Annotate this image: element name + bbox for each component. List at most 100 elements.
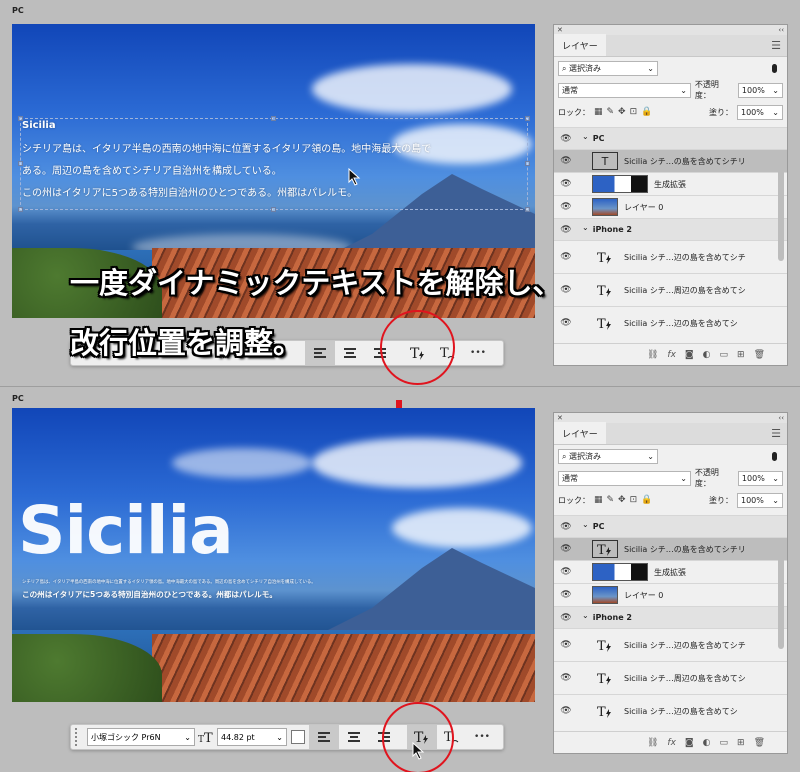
- visibility-eye-icon[interactable]: 👁: [554, 225, 578, 235]
- layer-row[interactable]: 👁 T Sicilia シチ…の島を含めてシチリ: [554, 537, 787, 560]
- layer-group-row[interactable]: 👁 ⌄ iPhone 2: [554, 606, 787, 628]
- text-layer-icon: T: [592, 314, 618, 332]
- layer-name: iPhone 2: [592, 613, 632, 622]
- svg-text:T: T: [597, 317, 606, 331]
- align-center-button[interactable]: [335, 341, 365, 365]
- layer-row[interactable]: 👁 T Sicilia シチ…辺の島を含めてシチ: [554, 240, 787, 273]
- layer-row[interactable]: 👁 T Sicilia シチ…周辺の島を含めてシ: [554, 273, 787, 306]
- folder-icon[interactable]: ▭: [720, 738, 729, 748]
- layer-group-row[interactable]: 👁 ⌄ PC: [554, 127, 787, 149]
- visibility-eye-icon[interactable]: 👁: [554, 567, 578, 577]
- panel-collapse-icon[interactable]: ‹‹: [778, 26, 784, 34]
- layer-row[interactable]: 👁 生成拡張: [554, 560, 787, 583]
- more-button[interactable]: •••: [463, 341, 493, 365]
- font-family-select[interactable]: 小塚ゴシック Pr6N ⌄: [87, 728, 195, 746]
- blend-mode-select[interactable]: 通常 ⌄: [558, 470, 691, 486]
- filter-toggle[interactable]: [772, 451, 777, 461]
- trash-icon[interactable]: 🗑: [754, 738, 765, 748]
- chevron-down-icon[interactable]: ⌄: [582, 611, 589, 620]
- new-layer-icon[interactable]: ⊞: [737, 350, 745, 360]
- layer-name: PC: [592, 134, 605, 143]
- fill-field[interactable]: 100% ⌄: [737, 492, 783, 508]
- mask-icon[interactable]: ◙: [685, 738, 694, 748]
- visibility-eye-icon[interactable]: 👁: [554, 202, 578, 212]
- image-thumbnail: [592, 198, 618, 216]
- layers-panel: ✕ ‹‹ レイヤー ☰ ⌕ 選択済み ⌄ 通常 ⌄ 不透明度： 100% ⌄ ロック： ▦…: [553, 24, 788, 366]
- visibility-eye-icon[interactable]: 👁: [554, 673, 578, 683]
- visibility-eye-icon[interactable]: 👁: [554, 285, 578, 295]
- opacity-field[interactable]: 100% ⌄: [737, 82, 783, 98]
- visibility-eye-icon[interactable]: 👁: [554, 706, 578, 716]
- visibility-eye-icon[interactable]: 👁: [554, 156, 578, 166]
- align-left-icon: [314, 348, 326, 358]
- align-center-button-bottom[interactable]: [339, 725, 369, 749]
- layer-filter-select[interactable]: ⌕ 選択済み ⌄: [558, 448, 658, 464]
- panel-close-icon[interactable]: ✕: [557, 26, 563, 34]
- layer-row[interactable]: 👁 T Sicilia シチ…辺の島を含めてシ: [554, 694, 787, 727]
- link-icon[interactable]: ⛓: [647, 350, 658, 360]
- layer-filter-select[interactable]: ⌕ 選択済み ⌄: [558, 60, 658, 76]
- layer-group-row[interactable]: 👁 ⌄ PC: [554, 515, 787, 537]
- chevron-down-icon[interactable]: ⌄: [582, 520, 589, 529]
- font-size-field[interactable]: 44.82 pt ⌄: [217, 728, 287, 746]
- layer-row[interactable]: 👁 T Sicilia シチ…辺の島を含めてシ: [554, 306, 787, 339]
- chevron-down-icon[interactable]: ⌄: [582, 132, 589, 141]
- layer-row[interactable]: 👁 生成拡張: [554, 172, 787, 195]
- visibility-eye-icon[interactable]: 👁: [554, 318, 578, 328]
- caption-line-1: 一度ダイナミックテキストを解除し、: [70, 266, 562, 300]
- panel-menu-icon[interactable]: ☰: [771, 427, 781, 440]
- generative-expand-thumbnail: [592, 175, 648, 193]
- layer-group-row[interactable]: 👁 ⌄ iPhone 2: [554, 218, 787, 240]
- image-thumbnail: [592, 586, 618, 604]
- filter-toggle[interactable]: [772, 63, 777, 73]
- fill-label: 塗り：: [709, 495, 733, 505]
- layer-row[interactable]: 👁 T Sicilia シチ…周辺の島を含めてシ: [554, 661, 787, 694]
- blend-mode-select[interactable]: 通常 ⌄: [558, 82, 691, 98]
- layer-name: Sicilia シチ…の島を含めてシチリ: [624, 156, 746, 166]
- more-button-bottom[interactable]: •••: [467, 725, 497, 749]
- text-title: Sicilia: [22, 120, 56, 131]
- visibility-eye-icon[interactable]: 👁: [554, 179, 578, 189]
- folder-icon[interactable]: ▭: [720, 350, 729, 360]
- fx-icon[interactable]: fx: [667, 350, 676, 360]
- font-size-value: 44.82 pt: [221, 732, 255, 742]
- text-layer-icon: T: [592, 248, 618, 266]
- lock-icons[interactable]: ▦✎✥⊡🔒: [594, 495, 656, 505]
- layer-row[interactable]: 👁 レイヤー 0: [554, 583, 787, 606]
- lock-icons[interactable]: ▦✎✥⊡🔒: [594, 107, 656, 117]
- layer-row[interactable]: 👁 T Sicilia シチ…の島を含めてシチリ: [554, 149, 787, 172]
- opacity-field[interactable]: 100% ⌄: [737, 470, 783, 486]
- visibility-eye-icon[interactable]: 👁: [554, 522, 578, 532]
- panel-menu-icon[interactable]: ☰: [771, 39, 781, 52]
- text-line-1: シチリア島は、イタリア半島の西南の地中海に位置するイタリア領の島。地中海最大の島…: [22, 144, 432, 155]
- mask-icon[interactable]: ◙: [685, 350, 694, 360]
- adjustment-icon[interactable]: ◐: [703, 738, 711, 748]
- visibility-eye-icon[interactable]: 👁: [554, 640, 578, 650]
- align-left-button[interactable]: [305, 341, 335, 365]
- text-color-swatch[interactable]: [291, 730, 305, 744]
- align-left-button-bottom[interactable]: [309, 725, 339, 749]
- visibility-eye-icon[interactable]: 👁: [554, 134, 578, 144]
- layer-row[interactable]: 👁 レイヤー 0: [554, 195, 787, 218]
- visibility-eye-icon[interactable]: 👁: [554, 544, 578, 554]
- layers-panel-bottom: ✕ ‹‹ レイヤー ☰ ⌕ 選択済み ⌄ 通常 ⌄ 不透明度： 100% ⌄ ロック： ▦…: [553, 412, 788, 754]
- new-layer-icon[interactable]: ⊞: [737, 738, 745, 748]
- document-canvas-bottom[interactable]: Sicilia シチリア島は、イタリア半島の西南の地中海に位置するイタリア領の島…: [12, 408, 535, 702]
- link-icon[interactable]: ⛓: [647, 738, 658, 748]
- chevron-down-icon[interactable]: ⌄: [582, 223, 589, 232]
- visibility-eye-icon[interactable]: 👁: [554, 252, 578, 262]
- trash-icon[interactable]: 🗑: [754, 350, 765, 360]
- layer-name: iPhone 2: [592, 225, 632, 234]
- fx-icon[interactable]: fx: [667, 738, 676, 748]
- tab-layers[interactable]: レイヤー: [554, 34, 606, 56]
- tab-layers-bottom[interactable]: レイヤー: [554, 422, 606, 444]
- layer-row[interactable]: 👁 T Sicilia シチ…辺の島を含めてシチ: [554, 628, 787, 661]
- layer-name: PC: [592, 522, 605, 531]
- panel-close-icon[interactable]: ✕: [557, 414, 563, 422]
- layer-name: Sicilia シチ…辺の島を含めてシチ: [624, 252, 746, 262]
- panel-collapse-icon[interactable]: ‹‹: [778, 414, 784, 422]
- visibility-eye-icon[interactable]: 👁: [554, 590, 578, 600]
- visibility-eye-icon[interactable]: 👁: [554, 613, 578, 623]
- adjustment-icon[interactable]: ◐: [703, 350, 711, 360]
- fill-field[interactable]: 100% ⌄: [737, 104, 783, 120]
